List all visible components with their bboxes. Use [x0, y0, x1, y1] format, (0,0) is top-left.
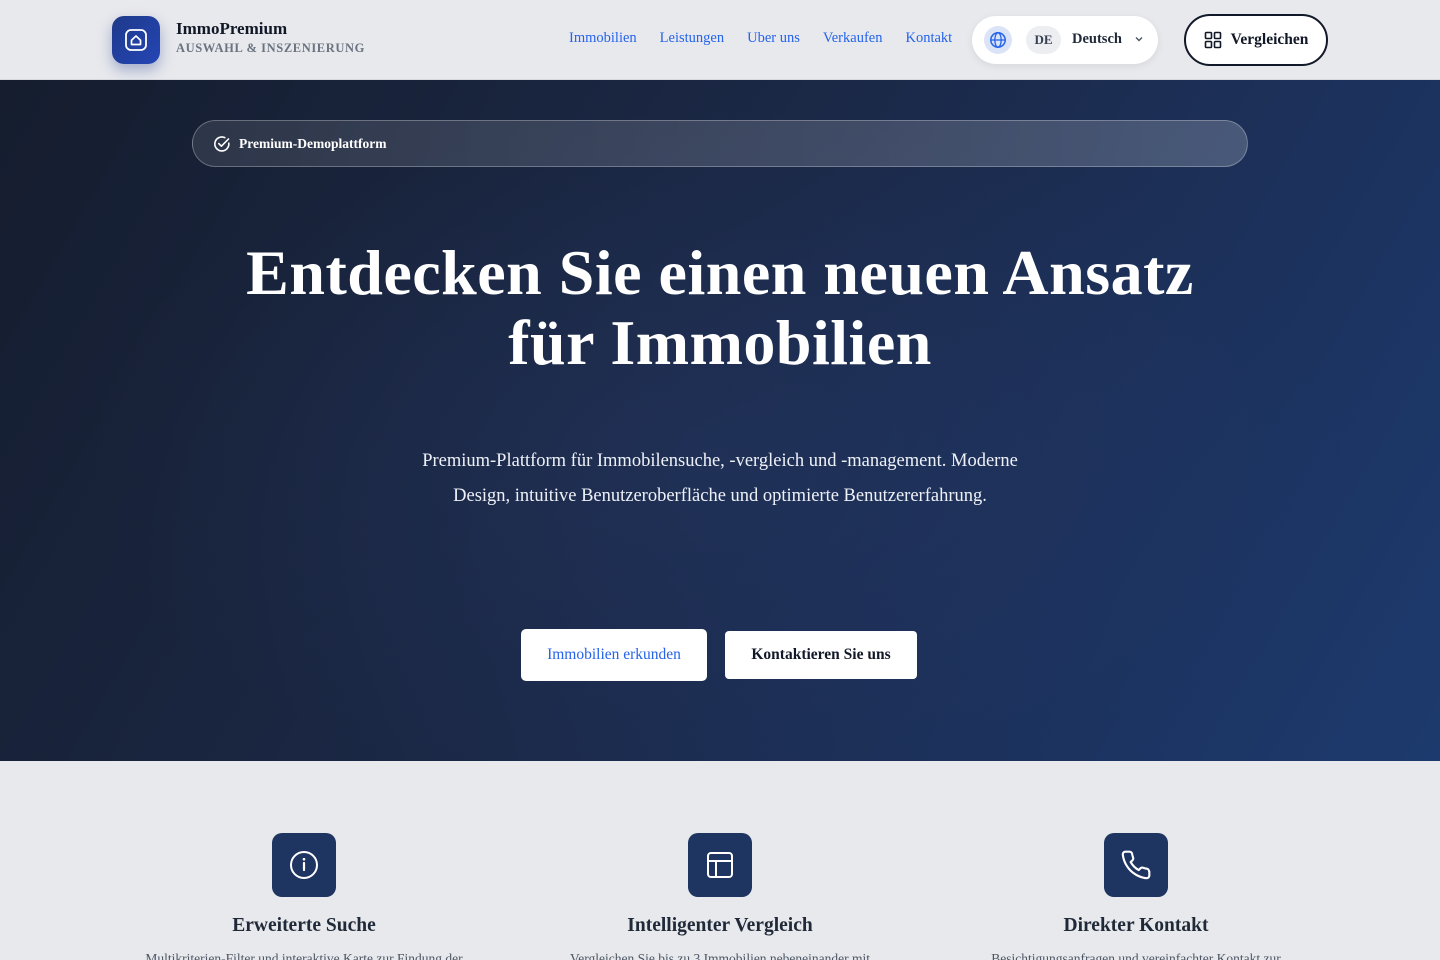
demo-badge-label: Premium-Demoplattform — [239, 135, 387, 151]
nav-item-verkaufen[interactable]: Verkaufen — [823, 30, 883, 47]
layout-icon — [707, 852, 733, 878]
feature-card-search: Erweiterte Suche Multikriterien-Filter u… — [96, 833, 512, 960]
hero-title-line-1: Entdecken Sie einen neuen Ansatz — [246, 237, 1194, 308]
hero-description: Premium-Plattform für Immobilensuche, -v… — [422, 451, 1018, 506]
demo-badge: Premium-Demoplattform — [192, 120, 1248, 167]
brand-name[interactable]: ImmoPremium — [176, 19, 287, 39]
nav-item-kontakt[interactable]: Kontakt — [905, 30, 952, 47]
logo[interactable] — [112, 16, 160, 64]
feature-icon-box — [1104, 833, 1168, 897]
hero-title-line-2: für Immobilien — [508, 307, 932, 378]
feature-description: Vergleichen Sie bis zu 3 Immobilien nebe… — [569, 951, 871, 960]
language-code: DE — [1026, 26, 1061, 54]
nav-item-immobilien[interactable]: Immobilien — [569, 30, 637, 47]
contact-us-button[interactable]: Kontaktieren Sie uns — [725, 631, 917, 679]
compare-button[interactable]: Vergleichen — [1184, 14, 1328, 66]
feature-icon-box — [688, 833, 752, 897]
grid-icon — [1204, 31, 1221, 49]
nav-item-uber-uns[interactable]: Uber uns — [747, 30, 800, 47]
feature-description: Multikriterien-Filter und interaktive Ka… — [145, 951, 463, 960]
phone-icon — [1121, 850, 1151, 880]
language-name: Deutsch — [1072, 31, 1122, 47]
feature-title: Erweiterte Suche — [232, 915, 376, 936]
feature-description: Besichtigungsanfragen und vereinfachter … — [991, 951, 1281, 960]
explore-properties-button[interactable]: Immobilien erkunden — [521, 629, 707, 681]
language-selector[interactable]: DE Deutsch — [972, 16, 1158, 64]
compare-button-label: Vergleichen — [1230, 31, 1309, 48]
info-icon — [290, 851, 318, 879]
hero-title: Entdecken Sie einen neuen Ansatz für Imm… — [0, 238, 1440, 378]
chevron-down-icon — [1135, 37, 1143, 42]
site-header: ImmoPremium AUSWAHL & INSZENIERUNG Immob… — [0, 0, 1440, 80]
main-nav: Immobilien Leistungen Uber uns Verkaufen… — [569, 30, 975, 47]
feature-title: Direkter Kontakt — [1063, 915, 1209, 936]
globe-icon — [984, 26, 1012, 54]
brand-tagline: AUSWAHL & INSZENIERUNG — [176, 41, 365, 55]
feature-card-compare: Intelligenter Vergleich Vergleichen Sie … — [512, 833, 928, 960]
feature-title: Intelligenter Vergleich — [627, 915, 813, 936]
hero-section: Premium-Demoplattform Entdecken Sie eine… — [0, 80, 1440, 761]
feature-icon-box — [272, 833, 336, 897]
nav-item-leistungen[interactable]: Leistungen — [660, 30, 724, 47]
check-circle-icon — [214, 135, 230, 152]
feature-card-contact: Direkter Kontakt Besichtigungsanfragen u… — [928, 833, 1344, 960]
home-icon — [125, 29, 147, 51]
